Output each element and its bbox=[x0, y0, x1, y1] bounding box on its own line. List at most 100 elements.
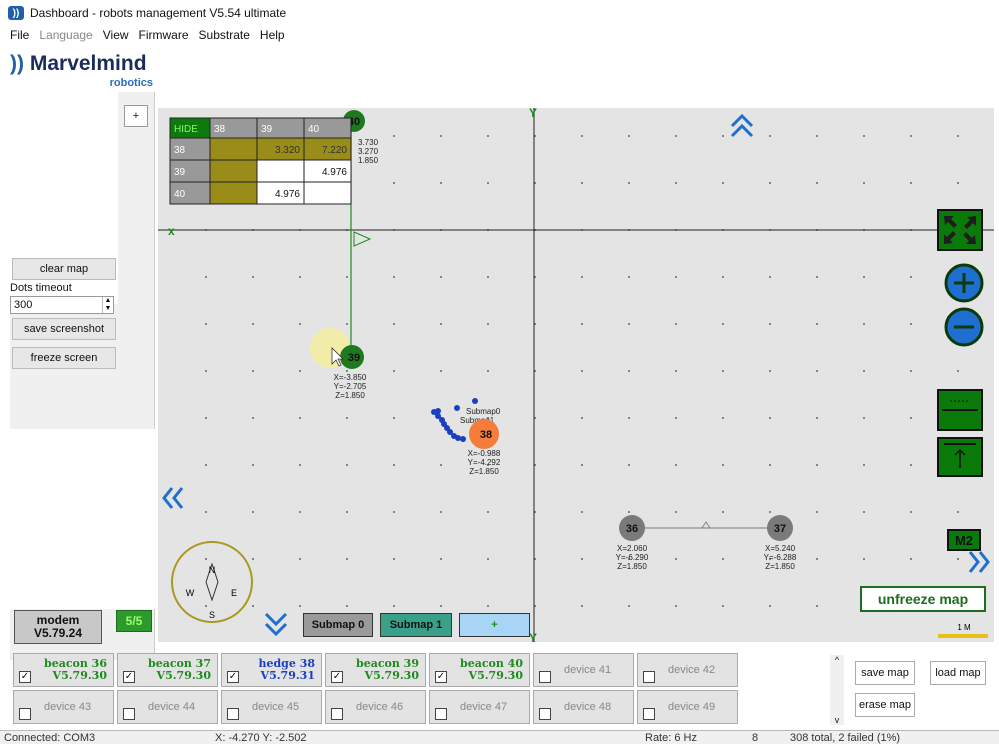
load-map-button[interactable]: load map bbox=[930, 661, 986, 685]
left-panel: )) Marvelmind robotics + clear map Dots … bbox=[10, 50, 155, 660]
device-checkbox[interactable]: ✓ bbox=[123, 671, 135, 683]
grid-dot bbox=[722, 558, 724, 560]
grid-dot bbox=[440, 558, 442, 560]
fit-to-screen-icon[interactable] bbox=[937, 209, 983, 251]
menu-firmware[interactable]: Firmware bbox=[139, 28, 189, 48]
submap-0-button[interactable]: Submap 0 bbox=[303, 613, 373, 637]
device-tile[interactable]: ✓ beacon 40 V5.79.30 bbox=[429, 653, 530, 687]
scroll-down-icon[interactable] bbox=[264, 612, 288, 637]
device-tile[interactable]: device 46 bbox=[325, 690, 426, 724]
scroll-down-arrow-icon[interactable]: v bbox=[835, 715, 840, 725]
device-tile[interactable]: device 45 bbox=[221, 690, 322, 724]
dots-timeout-spinner[interactable]: ▲ ▼ bbox=[102, 297, 113, 313]
grid-dot bbox=[581, 605, 583, 607]
beacon-36-label: 36 bbox=[626, 523, 638, 535]
menu-file[interactable]: File bbox=[10, 28, 29, 48]
scroll-left-icon[interactable] bbox=[162, 487, 184, 509]
device-checkbox[interactable] bbox=[643, 671, 655, 683]
map-canvas[interactable]: x Y Y 40 3.730 3.270 1.850 HIDE 38 39 40… bbox=[158, 108, 994, 642]
grid-dot bbox=[581, 370, 583, 372]
grid-dot bbox=[393, 370, 395, 372]
device-tile[interactable]: ✓ beacon 39 V5.79.30 bbox=[325, 653, 426, 687]
device-tile[interactable]: device 41 bbox=[533, 653, 634, 687]
axis-toggle-button[interactable]: + bbox=[124, 105, 148, 127]
device-checkbox[interactable] bbox=[227, 708, 239, 720]
layer-toggle-icon[interactable] bbox=[937, 389, 983, 431]
grid-dot bbox=[393, 511, 395, 513]
freeze-screen-button[interactable]: freeze screen bbox=[12, 347, 116, 369]
device-checkbox[interactable] bbox=[331, 708, 343, 720]
menu-help[interactable]: Help bbox=[260, 28, 285, 48]
device-tile[interactable]: device 43 bbox=[13, 690, 114, 724]
zoom-out-icon[interactable] bbox=[944, 307, 984, 347]
grid-dot bbox=[440, 605, 442, 607]
grid-dot bbox=[487, 323, 489, 325]
device-checkbox[interactable] bbox=[19, 708, 31, 720]
grid-dot bbox=[487, 370, 489, 372]
title-bar: )) Dashboard - robots management V5.54 u… bbox=[0, 0, 999, 26]
unfreeze-map-button[interactable]: unfreeze map bbox=[860, 586, 986, 612]
dots-timeout-label: Dots timeout bbox=[10, 282, 72, 294]
scroll-right-icon[interactable] bbox=[968, 551, 990, 573]
grid-dot bbox=[816, 558, 818, 560]
device-checkbox[interactable] bbox=[123, 708, 135, 720]
menu-view[interactable]: View bbox=[103, 28, 129, 48]
device-checkbox[interactable] bbox=[539, 708, 551, 720]
direction-arrow bbox=[353, 231, 372, 247]
device-checkbox[interactable] bbox=[539, 671, 551, 683]
device-checkbox[interactable] bbox=[643, 708, 655, 720]
erase-map-button[interactable]: erase map bbox=[855, 693, 915, 717]
submap-1-button[interactable]: Submap 1 bbox=[380, 613, 452, 637]
device-checkbox[interactable]: ✓ bbox=[227, 671, 239, 683]
scroll-up-arrow-icon[interactable]: ^ bbox=[835, 655, 839, 665]
grid-dot bbox=[910, 511, 912, 513]
beacon-37-label: 37 bbox=[774, 523, 786, 535]
scroll-up-icon[interactable] bbox=[730, 113, 754, 138]
menu-substrate[interactable]: Substrate bbox=[199, 28, 250, 48]
dots-timeout-input[interactable]: 300 bbox=[10, 296, 114, 314]
device-tile[interactable]: device 48 bbox=[533, 690, 634, 724]
save-map-button[interactable]: save map bbox=[855, 661, 915, 685]
device-checkbox[interactable] bbox=[435, 708, 447, 720]
m2-badge[interactable]: M2 bbox=[947, 529, 981, 551]
device-tile[interactable]: ✓ hedge 38 V5.79.31 bbox=[221, 653, 322, 687]
beacon-36-z: Z=1.850 bbox=[617, 562, 647, 571]
grid-dot bbox=[957, 558, 959, 560]
device-label: device 48 bbox=[564, 701, 612, 713]
device-checkbox[interactable]: ✓ bbox=[19, 671, 31, 683]
beacon-39-x: X=-3.850 bbox=[334, 373, 367, 382]
menu-language[interactable]: Language bbox=[39, 28, 92, 48]
grid-dot bbox=[205, 276, 207, 278]
device-list: ✓ beacon 36 V5.79.30 ✓ beacon 37 V5.79.30 ✓ hed… bbox=[10, 650, 840, 730]
grid-dot bbox=[581, 276, 583, 278]
table-hide-button[interactable]: HIDE bbox=[174, 124, 198, 135]
grid-dot bbox=[675, 605, 677, 607]
grid-dot bbox=[675, 135, 677, 137]
modem-box[interactable]: modem V5.79.24 bbox=[14, 610, 102, 644]
grid-dot bbox=[769, 323, 771, 325]
window-title: Dashboard - robots management V5.54 ulti… bbox=[30, 6, 287, 20]
device-tile[interactable]: device 49 bbox=[637, 690, 738, 724]
grid-dot bbox=[816, 605, 818, 607]
add-submap-button[interactable]: + bbox=[459, 613, 530, 637]
grid-dot bbox=[581, 558, 583, 560]
device-checkbox[interactable]: ✓ bbox=[331, 671, 343, 683]
grid-dot bbox=[205, 464, 207, 466]
grid-dot bbox=[487, 276, 489, 278]
grid-dot bbox=[299, 276, 301, 278]
device-checkbox[interactable]: ✓ bbox=[435, 671, 447, 683]
device-tile[interactable]: ✓ beacon 36 V5.79.30 bbox=[13, 653, 114, 687]
dist-38-40: 7.220 bbox=[322, 145, 347, 156]
device-tile[interactable]: device 44 bbox=[117, 690, 218, 724]
height-up-icon[interactable] bbox=[937, 437, 983, 477]
grid-dot bbox=[393, 276, 395, 278]
grid-dot bbox=[816, 276, 818, 278]
save-screenshot-button[interactable]: save screenshot bbox=[12, 318, 116, 340]
device-tile[interactable]: device 47 bbox=[429, 690, 530, 724]
grid-dot bbox=[957, 135, 959, 137]
clear-map-button[interactable]: clear map bbox=[12, 258, 116, 280]
device-tile[interactable]: ✓ beacon 37 V5.79.30 bbox=[117, 653, 218, 687]
device-scrollbar[interactable]: ^ v bbox=[830, 655, 844, 725]
device-tile[interactable]: device 42 bbox=[637, 653, 738, 687]
zoom-in-icon[interactable] bbox=[944, 263, 984, 303]
